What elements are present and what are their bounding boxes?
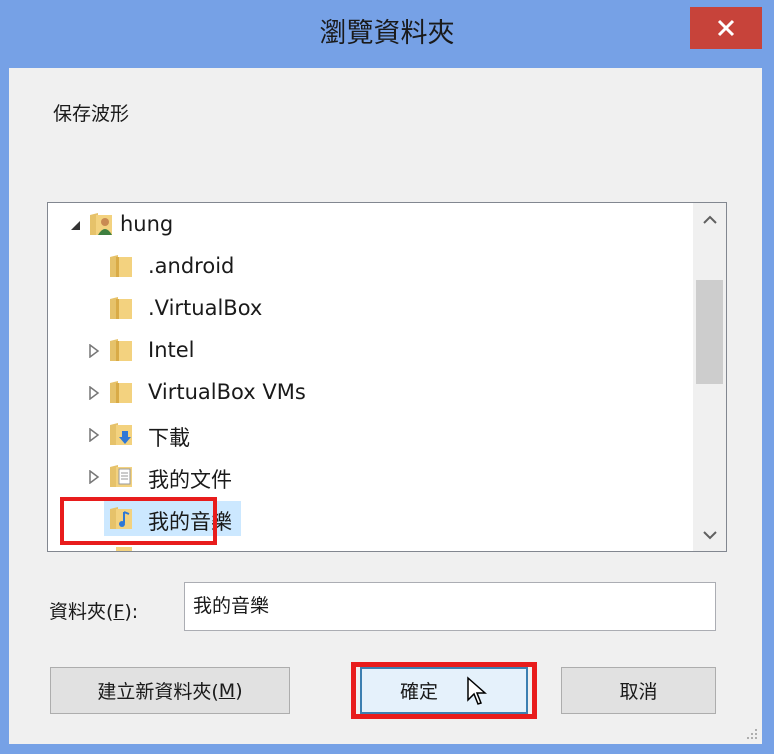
window-title: 瀏覽資料夾 <box>319 18 455 49</box>
tree-item-intel[interactable]: Intel <box>48 331 688 371</box>
collapsed-arrow-icon[interactable] <box>88 428 100 442</box>
browse-folder-dialog: 瀏覽資料夾 保存波形 hung .android .VirtualBox Int… <box>0 0 774 754</box>
tree-item-virtualbox-vms[interactable]: VirtualBox VMs <box>48 373 688 413</box>
folder-icon <box>110 381 132 403</box>
dialog-description: 保存波形 <box>53 103 130 125</box>
scroll-down-button[interactable] <box>693 518 726 551</box>
user-folder-icon <box>90 213 112 235</box>
tree-item-hung[interactable]: hung <box>48 205 688 245</box>
folder-icon <box>116 547 132 551</box>
chevron-down-icon <box>702 530 717 539</box>
highlight-annotation-music <box>60 497 217 545</box>
highlight-annotation-ok <box>351 662 537 719</box>
tree-item-virtualbox[interactable]: .VirtualBox <box>48 289 688 329</box>
resize-grip-icon[interactable] <box>746 728 758 740</box>
tree-item-documents[interactable]: 我的文件 <box>48 457 688 497</box>
dialog-body: 保存波形 hung .android .VirtualBox Intel Vir… <box>9 68 762 744</box>
title-bar[interactable]: 瀏覽資料夾 <box>0 0 774 68</box>
expanded-arrow-icon[interactable] <box>70 218 82 232</box>
tree-item-label: 下載 <box>148 426 190 450</box>
tree-item-label: .android <box>148 254 235 278</box>
new-folder-button[interactable]: 建立新資料夾(M) <box>50 667 290 714</box>
folder-input[interactable]: 我的音樂 <box>184 582 716 631</box>
tree-item-downloads[interactable]: 下載 <box>48 415 688 455</box>
tree-item-label: .VirtualBox <box>148 296 263 320</box>
folder-icon <box>110 255 132 277</box>
tree-item-android[interactable]: .android <box>48 247 688 287</box>
scroll-thumb[interactable] <box>696 280 723 384</box>
cancel-button[interactable]: 取消 <box>561 667 716 714</box>
collapsed-arrow-icon[interactable] <box>88 470 100 484</box>
collapsed-arrow-icon[interactable] <box>88 344 100 358</box>
collapsed-arrow-icon[interactable] <box>88 386 100 400</box>
downloads-folder-icon <box>110 423 132 445</box>
documents-folder-icon <box>110 465 132 487</box>
close-icon <box>717 19 735 37</box>
tree-item-label: Intel <box>148 338 195 362</box>
folder-icon <box>110 297 132 319</box>
tree-item-label: VirtualBox VMs <box>148 380 306 404</box>
folder-field-label: 資料夾(F): <box>49 601 139 623</box>
tree-item-label: 我的文件 <box>148 468 232 492</box>
folder-icon <box>110 339 132 361</box>
chevron-up-icon <box>702 215 717 224</box>
close-button[interactable] <box>690 7 762 49</box>
scroll-up-button[interactable] <box>693 203 726 236</box>
tree-scrollbar[interactable] <box>693 203 726 551</box>
tree-item-label: hung <box>120 212 174 236</box>
